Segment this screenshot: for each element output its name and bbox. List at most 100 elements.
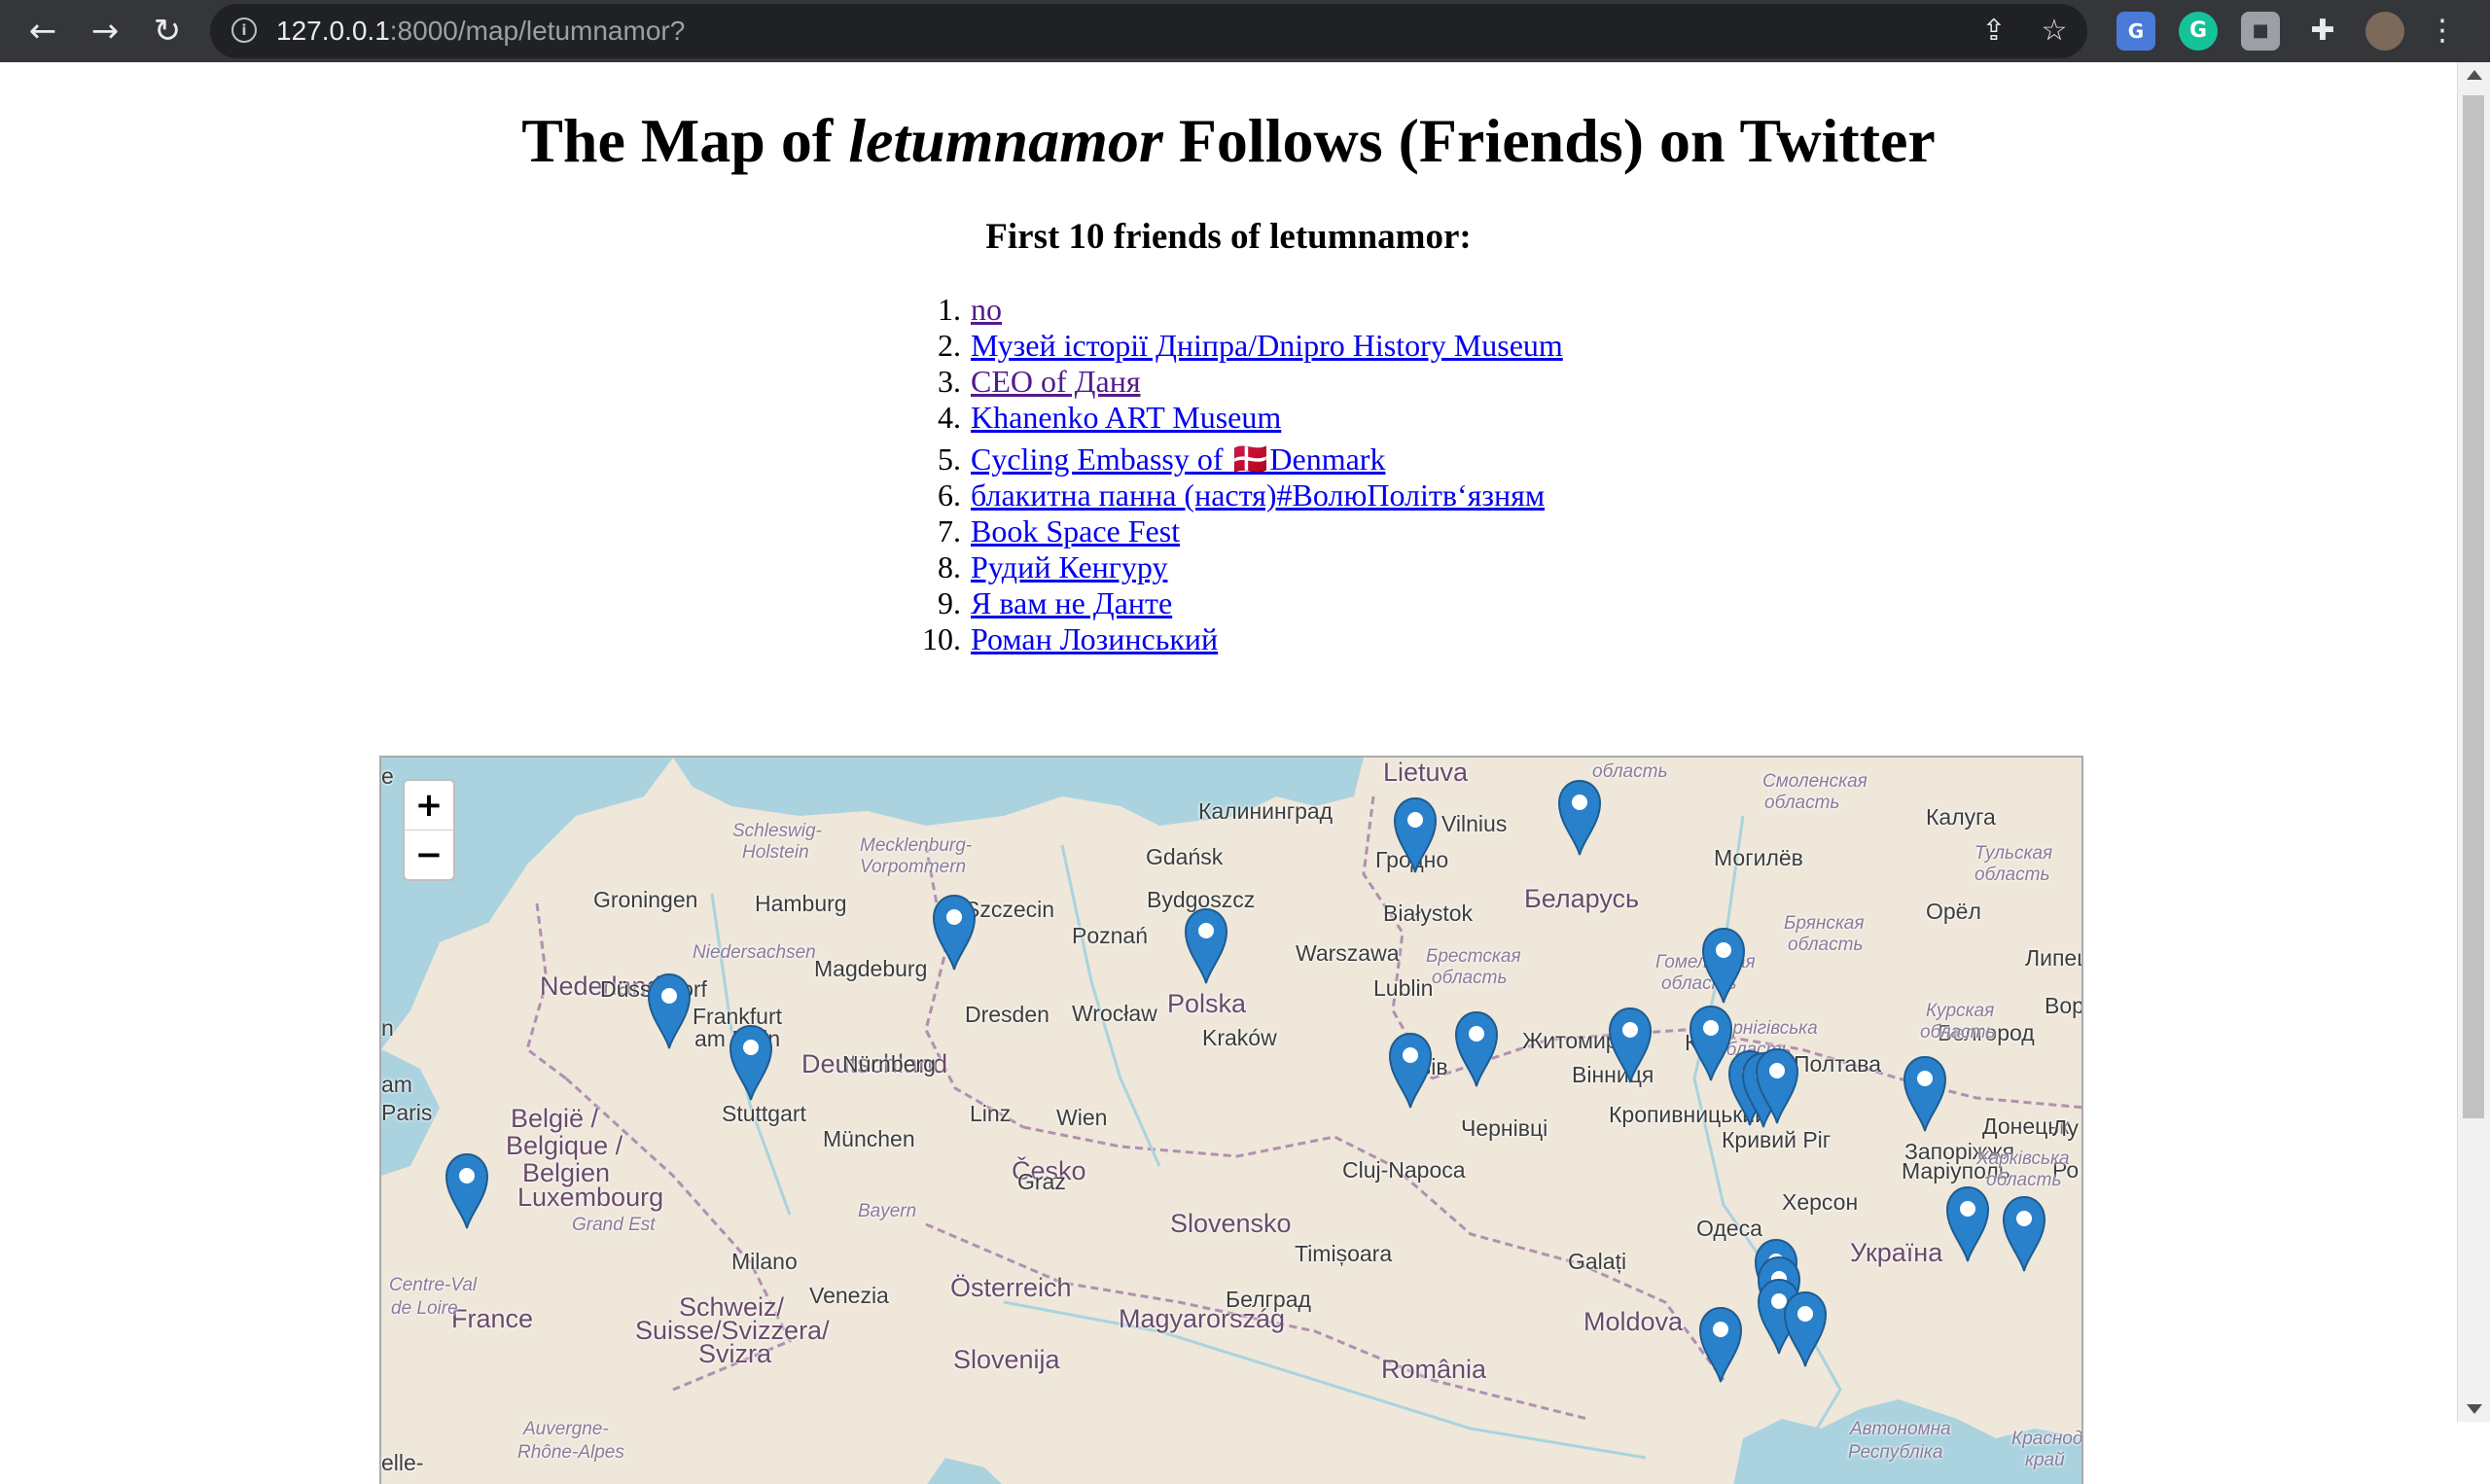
list-number: 10. <box>922 621 961 656</box>
map-marker-icon[interactable] <box>1391 795 1440 874</box>
map-marker-icon[interactable] <box>1606 1005 1654 1084</box>
map-label-city: Paris <box>381 1100 433 1125</box>
friend-link[interactable]: Роман Лозинський <box>971 621 1218 656</box>
avatar[interactable] <box>2366 12 2404 51</box>
zoom-in-button[interactable]: + <box>405 781 453 830</box>
map-label-country: Slovenija <box>953 1345 1060 1374</box>
map-label-region: Vorpommern <box>860 857 967 877</box>
map-label-city: Białystok <box>1383 901 1474 926</box>
map-label-city: Кривий Ріг <box>1722 1127 1832 1152</box>
map-marker-icon[interactable] <box>1182 905 1230 985</box>
menu-icon[interactable]: ⋮ <box>2428 12 2457 51</box>
map-label-city: Timișoara <box>1295 1241 1393 1266</box>
map-marker-icon[interactable] <box>1943 1184 1992 1263</box>
map-marker-icon[interactable] <box>1781 1289 1830 1368</box>
scrollbar-thumb[interactable] <box>2463 95 2484 1118</box>
list-number: 8. <box>938 549 961 584</box>
friend-link[interactable]: Book Space Fest <box>971 513 1180 548</box>
map-label-region: область <box>1764 793 1840 813</box>
map-marker-icon[interactable] <box>1901 1053 1949 1133</box>
map-label-country: France <box>451 1304 534 1333</box>
page-scrollbar[interactable] <box>2457 62 2490 1422</box>
friend-link[interactable]: Рудий Кенгуру <box>971 549 1167 584</box>
friend-link[interactable]: Я вам не Данте <box>971 585 1172 620</box>
list-number: 5. <box>938 442 961 477</box>
scroll-down-icon[interactable] <box>2467 1404 2482 1414</box>
title-user: letumnamor <box>848 106 1163 175</box>
google-translate-icon[interactable]: G <box>2116 12 2155 51</box>
map-label-city: Vilnius <box>1441 811 1508 836</box>
reload-icon[interactable]: ↻ <box>144 8 191 54</box>
map-label-city: Полтава <box>1794 1051 1882 1077</box>
list-item: 6. блакитна панна (настя)#ВолюПолітв‘язня… <box>938 477 1563 513</box>
info-icon[interactable]: i <box>231 18 257 43</box>
map-label-city: Житомир <box>1522 1028 1618 1053</box>
map-label-region: Брянская <box>1784 913 1865 934</box>
map-label-city: Орёл <box>1926 899 1981 924</box>
map-label-region: область <box>1432 968 1508 988</box>
map-label-city: Kraków <box>1202 1025 1277 1050</box>
map-label-region: область <box>1986 1170 2062 1190</box>
map-label-city: Graz <box>1017 1169 1066 1194</box>
map-label-region: Брестская <box>1426 946 1521 967</box>
star-icon[interactable]: ☆ <box>2037 14 2072 49</box>
share-icon[interactable]: ⇪ <box>1976 14 2011 49</box>
map-label-city: Чернівці <box>1461 1115 1548 1141</box>
forward-icon[interactable]: → <box>82 8 128 54</box>
list-number: 3. <box>938 364 961 399</box>
map-label-city: Могилёв <box>1714 845 1803 870</box>
map-label-country: Belgien <box>522 1158 611 1187</box>
friends-list: 1. no 2. Музей історії Дніпра/Dnipro Histo… <box>922 292 1563 657</box>
map-marker-icon[interactable] <box>2000 1193 2048 1273</box>
map-label-city: Вор <box>2045 993 2083 1018</box>
friend-link[interactable]: блакитна панна (настя)#ВолюПолітв‘язням <box>971 477 1545 512</box>
zoom-out-button[interactable]: − <box>405 830 453 879</box>
list-item: 4. Khanenko ART Museum <box>938 400 1563 436</box>
map-label-city: Wrocław <box>1072 1001 1157 1026</box>
extension-icon[interactable]: ■ <box>2241 12 2280 51</box>
address-bar[interactable]: i 127.0.0.1:8000/map/letumnamor? ⇪ ☆ <box>210 4 2087 58</box>
map-label-city: Hamburg <box>755 891 847 916</box>
puzzle-icon[interactable]: ✚ <box>2303 12 2342 51</box>
friend-link[interactable]: Khanenko ART Museum <box>971 400 1281 435</box>
map-label-city: Калуга <box>1926 804 1996 830</box>
friend-link[interactable]: no <box>971 292 1002 327</box>
map-marker-icon[interactable] <box>1699 925 1748 1005</box>
friend-link[interactable]: Cycling Embassy of 🇩🇰Denmark <box>971 442 1385 477</box>
map-marker-icon[interactable] <box>1452 1008 1501 1088</box>
url-text[interactable]: 127.0.0.1:8000/map/letumnamor? <box>276 15 685 48</box>
map-container[interactable]: + − Nederland Deutschland Polska Беларусь Ук… <box>379 756 2083 1484</box>
map-marker-icon[interactable] <box>1696 1304 1745 1384</box>
map-label-city: Белград <box>1226 1287 1311 1312</box>
map-label-region: Харківська <box>1976 1148 2070 1169</box>
back-icon[interactable]: ← <box>19 8 66 54</box>
grammarly-icon[interactable]: G <box>2179 12 2218 51</box>
map-marker-icon[interactable] <box>645 971 694 1050</box>
map-marker-icon[interactable] <box>443 1150 491 1230</box>
map-label-country: België / <box>511 1104 599 1133</box>
map-marker-icon[interactable] <box>1555 777 1604 857</box>
list-number: 1. <box>938 292 961 327</box>
map-marker-icon[interactable] <box>930 892 978 972</box>
map-label-region: Краснодарский <box>2011 1429 2083 1449</box>
zoom-control: + − <box>403 779 455 881</box>
friend-link[interactable]: Музей історії Дніпра/Dnipro History Muse… <box>971 328 1563 363</box>
adriatic-sea <box>927 1458 1002 1484</box>
map-marker-icon[interactable] <box>1386 1030 1435 1110</box>
map-label-city: Linz <box>970 1101 1012 1126</box>
map-marker-icon[interactable] <box>1753 1045 1801 1125</box>
list-item: 1. no <box>938 292 1563 328</box>
map-label-region: Niedersachsen <box>693 942 816 963</box>
map-marker-icon[interactable] <box>727 1022 775 1102</box>
map-label-city: Stuttgart <box>722 1101 806 1126</box>
map-label-city: Wien <box>1056 1105 1108 1130</box>
list-item: 7. Book Space Fest <box>938 513 1563 549</box>
map-label-city: Groningen <box>593 887 698 912</box>
list-number: 2. <box>938 328 961 363</box>
map-label-region: Schleswig- <box>732 821 822 841</box>
title-suffix: Follows (Friends) on Twitter <box>1162 106 1936 175</box>
map-label-city: Lublin <box>1373 975 1434 1001</box>
friend-link[interactable]: CEO of Даня <box>971 364 1141 399</box>
scroll-up-icon[interactable] <box>2467 70 2482 80</box>
map-label-region: край <box>2025 1450 2065 1470</box>
